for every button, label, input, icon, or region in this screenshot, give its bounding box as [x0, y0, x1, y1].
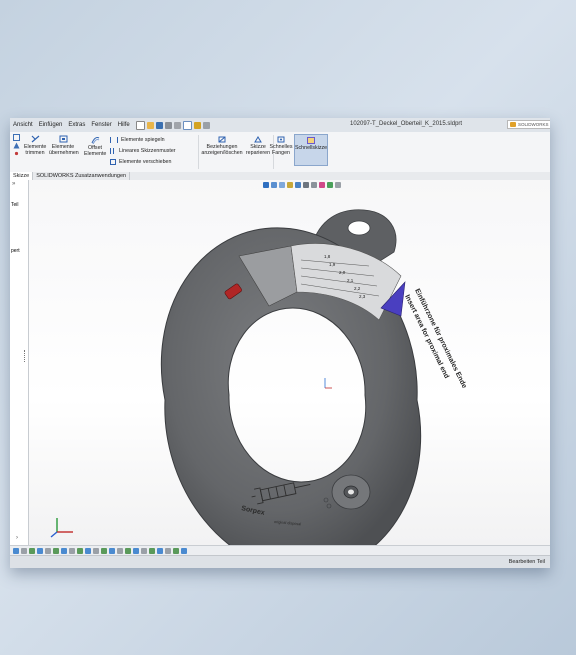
tool-icon[interactable]	[69, 547, 75, 554]
tool-icon[interactable]	[125, 547, 131, 554]
tool-icon[interactable]	[173, 547, 179, 554]
bottom-toolbar	[10, 545, 550, 555]
tab-sketch[interactable]: Skizze	[10, 172, 34, 180]
origin-marker	[324, 378, 332, 389]
menu-fenster[interactable]: Fenster	[88, 122, 114, 128]
tool-icon[interactable]	[93, 547, 99, 554]
convert-label-2: übernehmen	[49, 150, 79, 156]
convert-entities-button[interactable]: Elemente übernehmen	[49, 135, 79, 156]
save-icon[interactable]	[155, 121, 163, 129]
coordinate-triad-icon	[50, 518, 73, 538]
mirror-label: Elemente spiegeln	[121, 137, 165, 143]
move-entities-button[interactable]: Elemente verschieben	[110, 157, 190, 168]
feature-manager-panel: » pert Teil ›	[10, 180, 29, 545]
offset-label-2: Elemente	[84, 151, 107, 157]
status-bar: Bearbeiten Teil	[10, 555, 550, 568]
search-label: SOLIDWORKS	[518, 122, 549, 127]
ribbon-left-tools	[12, 134, 20, 158]
snaps-label-2: Fangen	[272, 150, 290, 156]
tool-icon[interactable]	[61, 547, 67, 554]
trim-button[interactable]: Elemente trimmen	[24, 135, 46, 156]
rapid-sketch-label: Schnellskizze	[295, 145, 328, 151]
linear-pattern-button[interactable]: Lineares Skizzenmuster	[110, 146, 190, 157]
search-logo-icon	[510, 122, 516, 127]
tool-icon[interactable]	[77, 547, 83, 554]
repair-sketch-icon	[254, 136, 262, 143]
menu-hilfe[interactable]: Hilfe	[115, 122, 133, 128]
tab-solidworks-addins[interactable]: SOLIDWORKS Zusatzanwendungen	[33, 172, 131, 180]
point-tool-icon[interactable]	[13, 150, 20, 157]
sketch-ribbon: Elemente trimmen Elemente übernehmen Off…	[10, 132, 550, 173]
graphics-area[interactable]: 1,8 1,9 2,0 2,1 2,2 2,3 Einführzone für …	[29, 180, 550, 545]
panel-label-pert: pert	[11, 248, 20, 254]
tool-icon[interactable]	[37, 547, 43, 554]
mirror-entities-button[interactable]: Elemente spiegeln	[110, 135, 190, 146]
tool-icon[interactable]	[21, 547, 27, 554]
linear-pattern-icon	[110, 147, 116, 154]
tool-icon[interactable]	[109, 547, 115, 554]
trim-icon	[31, 135, 39, 143]
quick-snaps-icon	[277, 136, 285, 143]
insert-area-label-de: Einführzone für proximales Ende	[413, 288, 467, 390]
ribbon-divider	[198, 135, 199, 169]
trim-label-2: trimmen	[25, 150, 45, 156]
move-label: Elemente verschieben	[119, 159, 172, 165]
panel-scroll-arrow-icon[interactable]: »	[10, 180, 28, 188]
tool-icon[interactable]	[117, 547, 123, 554]
relations-label-2: anzeigen/löschen	[201, 150, 243, 156]
window-title: 102097-T_Deckel_Oberteil_K_2015.sldprt	[350, 121, 463, 127]
panel-scroll-right-icon[interactable]: ›	[16, 535, 18, 541]
new-document-icon[interactable]	[135, 120, 145, 130]
tool-icon[interactable]	[133, 547, 139, 554]
panel-label-teil[interactable]: Teil	[11, 202, 19, 208]
scale-label: 1,8	[324, 254, 331, 259]
rebuild-icon[interactable]	[193, 121, 201, 129]
tool-icon[interactable]	[29, 547, 35, 554]
rapid-sketch-icon	[307, 137, 315, 144]
scale-label: 2,2	[354, 286, 361, 291]
scale-label: 2,0	[339, 270, 346, 275]
quick-access-toolbar	[135, 120, 210, 130]
tool-icon[interactable]	[101, 547, 107, 554]
options-icon[interactable]	[202, 121, 210, 129]
relations-icon	[218, 136, 226, 143]
status-text: Bearbeiten Teil	[508, 559, 545, 565]
sketch-edit-group: Elemente spiegeln Lineares Skizzenmuster…	[110, 135, 190, 168]
menu-bar: Ansicht Einfügen Extras Fenster Hilfe 10…	[10, 118, 550, 133]
quick-snaps-button[interactable]: Schnelles Fangen	[268, 136, 294, 156]
offset-entities-button[interactable]: Offset Elemente	[84, 136, 106, 157]
linear-pattern-label: Lineares Skizzenmuster	[119, 148, 176, 154]
tool-icon[interactable]	[85, 547, 91, 554]
sketch-tool-icon[interactable]	[12, 134, 20, 141]
menu-einfuegen[interactable]: Einfügen	[36, 122, 66, 128]
scale-label: 1,9	[329, 262, 336, 267]
panel-splitter[interactable]	[24, 350, 27, 362]
undo-icon[interactable]	[173, 121, 181, 129]
print-icon[interactable]	[164, 121, 172, 129]
search-box[interactable]: SOLIDWORKS	[507, 120, 550, 129]
triangle-tool-icon[interactable]	[13, 142, 20, 149]
tool-icon[interactable]	[157, 547, 163, 554]
mirror-icon	[110, 136, 118, 143]
tool-icon[interactable]	[149, 547, 155, 554]
tool-icon[interactable]	[45, 547, 51, 554]
move-icon	[110, 158, 116, 165]
menu-ansicht[interactable]: Ansicht	[10, 122, 36, 128]
tool-icon[interactable]	[53, 547, 59, 554]
scale-label: 2,1	[347, 278, 354, 283]
display-relations-button[interactable]: Beziehungen anzeigen/löschen	[200, 136, 244, 156]
rapid-sketch-button[interactable]: Schnellskizze	[294, 134, 328, 166]
solidworks-window: Ansicht Einfügen Extras Fenster Hilfe 10…	[10, 118, 550, 568]
select-cursor-icon[interactable]	[182, 120, 192, 130]
scale-label: 2,3	[359, 294, 366, 299]
open-folder-icon[interactable]	[146, 121, 154, 129]
tool-icon[interactable]	[165, 547, 171, 554]
tool-icon[interactable]	[13, 547, 19, 554]
convert-entities-icon	[59, 135, 67, 143]
menu-extras[interactable]: Extras	[65, 122, 88, 128]
part-model: 1,8 1,9 2,0 2,1 2,2 2,3 Einführzone für …	[50, 209, 468, 545]
tool-icon[interactable]	[141, 547, 147, 554]
offset-icon	[91, 137, 99, 144]
tool-icon[interactable]	[181, 547, 187, 554]
